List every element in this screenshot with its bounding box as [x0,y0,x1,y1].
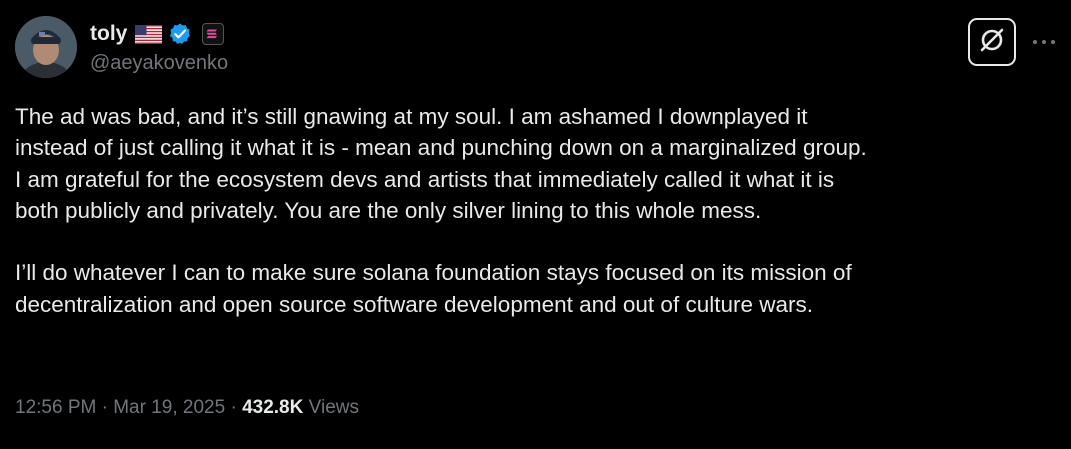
tweet-date[interactable]: Mar 19, 2025 [113,397,225,418]
tweet-meta: 12:56 PM · Mar 19, 2025 · 432.8K Views [15,395,359,421]
grok-icon [978,26,1006,59]
verified-badge-icon[interactable] [168,22,192,46]
more-options-button[interactable] [1030,28,1058,54]
us-flag-icon [135,24,163,44]
tweet-paragraph: I’ll do whatever I can to make sure sola… [15,260,852,317]
author-name-row: toly [90,20,225,48]
meta-separator: · [225,397,243,418]
more-options-icon [1032,32,1056,50]
display-name[interactable]: toly [90,20,127,48]
meta-separator: · [96,397,114,418]
views-count[interactable]: 432.8K [242,397,303,418]
grok-button[interactable] [968,18,1016,66]
avatar[interactable] [15,16,77,78]
affiliate-badge-icon[interactable] [202,23,225,45]
tweet-paragraph: The ad was bad, and it’s still gnawing a… [15,104,867,223]
tweet-time[interactable]: 12:56 PM [15,397,96,418]
views-label: Views [308,397,359,418]
tweet-text: The ad was bad, and it’s still gnawing a… [15,101,1060,320]
author-handle[interactable]: @aeyakovenko [90,50,228,76]
